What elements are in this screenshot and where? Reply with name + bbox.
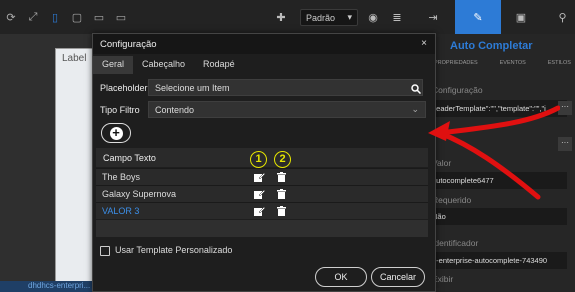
edit-properties-icon[interactable]: ✎ <box>455 0 501 34</box>
tab-eventos[interactable]: EVENTOS <box>500 60 526 66</box>
tab-rodape[interactable]: Rodapé <box>194 56 244 74</box>
cancel-button[interactable]: Cancelar <box>371 267 425 287</box>
custom-template-checkbox[interactable] <box>100 246 110 256</box>
configuracao-label: Configuração <box>432 85 483 95</box>
add-component-icon[interactable]: ✚ <box>270 0 292 34</box>
table-row: Galaxy Supernova <box>96 185 428 202</box>
template-more-button[interactable]: ··· <box>558 137 572 151</box>
tab-cabecalho[interactable]: Cabeçalho <box>133 56 194 74</box>
identificador-field[interactable]: n-enterprise-autocomplete-743490 <box>430 252 567 269</box>
requerido-field[interactable]: Não <box>430 208 567 225</box>
edit-icon[interactable] <box>254 189 265 199</box>
ok-button[interactable]: OK <box>315 267 367 287</box>
dialog-title: Configuração <box>100 39 157 50</box>
trash-icon[interactable] <box>277 189 286 199</box>
app-root: ⟳ ⤢ ▯ ▢ ▭ ▭ ✚ Padrão ▾ ◉ ≣ ⇥ ✎ ▣ ⚲ Label… <box>0 0 575 292</box>
config-more-button[interactable]: ··· <box>558 101 572 115</box>
add-item-button[interactable]: + <box>101 123 131 143</box>
plus-icon: + <box>109 126 123 140</box>
desktop-view-icon[interactable]: ▭ <box>88 0 110 34</box>
row-text: Galaxy Supernova <box>102 189 177 199</box>
trash-icon[interactable] <box>277 206 286 216</box>
red-arrow-annotation <box>428 105 560 200</box>
panel-title: Auto Completar <box>450 40 533 52</box>
custom-template-label: Usar Template Personalizado <box>115 245 233 255</box>
marker-1: 1 <box>250 151 267 168</box>
marker-2: 2 <box>274 151 291 168</box>
component-icon[interactable]: ▣ <box>503 0 539 34</box>
close-icon[interactable]: × <box>421 38 427 49</box>
filter-type-select[interactable]: Contendo ⌄ <box>148 101 426 118</box>
table-row: The Boys <box>96 168 428 185</box>
tab-propriedades[interactable]: PROPRIEDADES <box>434 60 478 66</box>
identificador-label: Identificador <box>432 238 479 248</box>
preview-icon[interactable]: ◉ <box>362 0 384 34</box>
row-text: VALOR 3 <box>102 206 140 216</box>
chevron-down-icon: ▾ <box>347 12 352 22</box>
expand-icon[interactable]: ⤢ <box>22 0 44 34</box>
edit-icon[interactable] <box>254 172 265 182</box>
placeholder-input[interactable]: Selecione um Item <box>148 79 423 96</box>
tablet-view-icon[interactable]: ▢ <box>66 0 88 34</box>
exit-icon[interactable]: ⇥ <box>418 0 448 34</box>
placeholder-label: Placeholder <box>100 83 148 93</box>
dialog-header: Configuração × <box>93 34 435 54</box>
layers-icon[interactable]: ≣ <box>386 0 408 34</box>
empty-row <box>96 220 428 237</box>
refresh-icon[interactable]: ⟳ <box>0 0 22 34</box>
panel-tabs: PROPRIEDADES EVENTOS ESTILOS <box>430 60 575 66</box>
filter-type-label: Tipo Filtro <box>100 105 140 115</box>
row-text: The Boys <box>102 172 141 182</box>
trash-icon[interactable] <box>277 172 286 182</box>
bottom-strip-text: dhdhcs-enterpri... <box>28 281 91 290</box>
mobile-view-icon[interactable]: ▯ <box>44 0 66 34</box>
config-dialog: Configuração × Geral Cabeçalho Rodapé Pl… <box>92 33 436 292</box>
tab-estilos[interactable]: ESTILOS <box>548 60 571 66</box>
table-row: VALOR 3 <box>96 202 428 219</box>
variant-value: Padrão <box>306 12 336 23</box>
monitor-view-icon[interactable]: ▭ <box>110 0 132 34</box>
search-icon[interactable] <box>411 84 421 94</box>
dialog-tabs: Geral Cabeçalho Rodapé <box>93 56 244 74</box>
filter-type-value: Contendo <box>155 105 195 115</box>
column-header: Campo Texto <box>103 153 156 163</box>
settings-icon[interactable]: ⚲ <box>550 0 575 34</box>
canvas-label: Label <box>62 53 87 64</box>
variant-select[interactable]: Padrão ▾ <box>300 9 358 26</box>
tab-geral[interactable]: Geral <box>93 56 134 74</box>
edit-icon[interactable] <box>254 206 265 216</box>
